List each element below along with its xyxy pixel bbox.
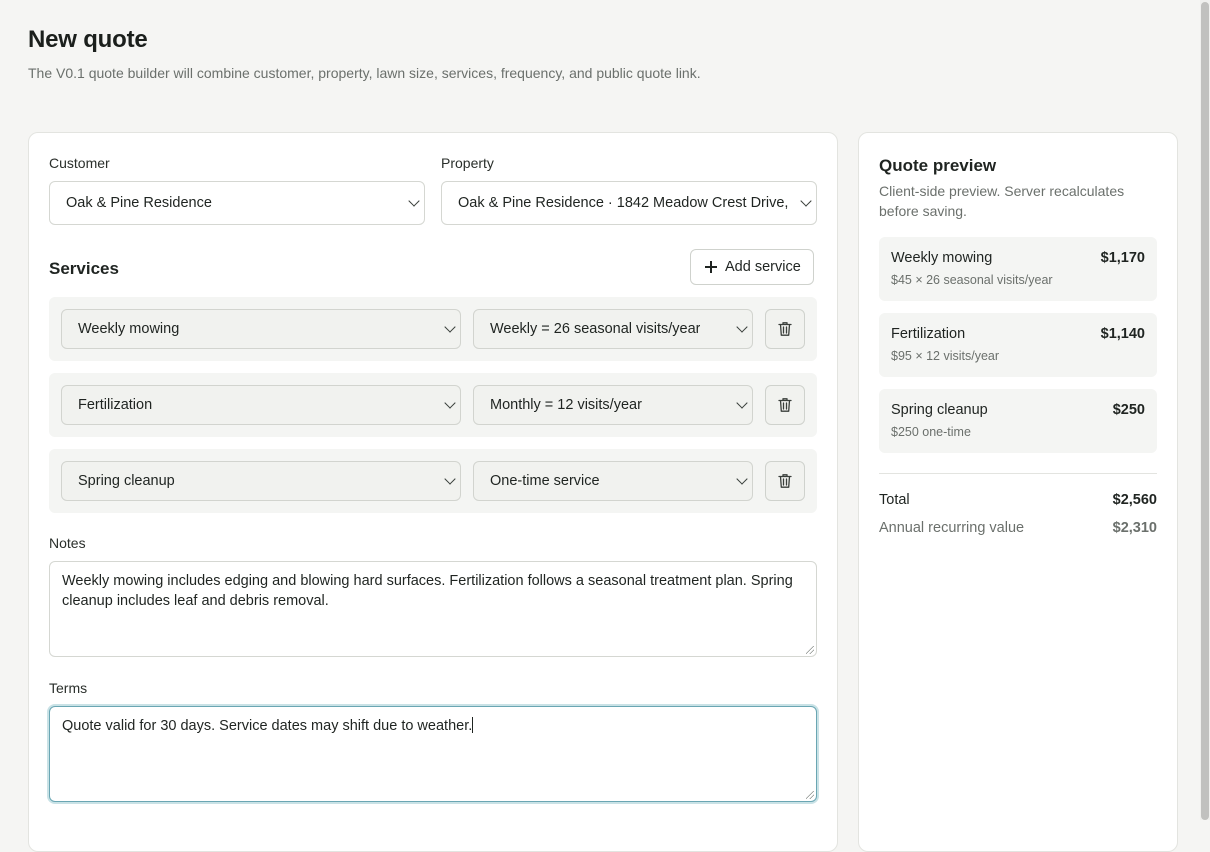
trash-icon [778, 322, 792, 336]
chevron-down-icon [444, 473, 456, 485]
preview-item-name: Weekly mowing [891, 250, 993, 266]
notes-label: Notes [49, 535, 86, 551]
preview-item-name: Fertilization [891, 326, 966, 342]
preview-item-detail: $95 × 12 visits/year [891, 349, 1000, 363]
scrollbar-thumb[interactable] [1201, 2, 1209, 820]
service-name-value: Spring cleanup [78, 473, 175, 489]
preview-item-amount: $1,170 [1100, 250, 1145, 266]
service-name-select[interactable]: Spring cleanup [61, 461, 461, 501]
delete-service-button[interactable] [765, 309, 805, 349]
service-frequency-select[interactable]: Monthly = 12 visits/year [473, 385, 753, 425]
quote-preview-card: Quote preview Client-side preview. Serve… [858, 132, 1178, 852]
preview-subtitle: Client-side preview. Server recalculates… [879, 183, 1125, 219]
delete-service-button[interactable] [765, 385, 805, 425]
terms-label: Terms [49, 680, 88, 696]
page-subtitle: The V0.1 quote builder will combine cust… [28, 65, 701, 81]
vertical-scrollbar[interactable] [1200, 0, 1210, 820]
service-name-select[interactable]: Fertilization [61, 385, 461, 425]
preview-item-amount: $250 [1112, 402, 1145, 418]
quote-form-card: Customer Oak & Pine Residence Property O… [28, 132, 838, 852]
resize-handle-icon[interactable] [806, 646, 814, 654]
page-title: New quote [28, 26, 148, 53]
chevron-down-icon [444, 397, 456, 409]
notes-textarea[interactable]: Weekly mowing includes edging and blowin… [49, 561, 817, 657]
service-row: Spring cleanup One-time service [49, 449, 817, 513]
service-frequency-select[interactable]: Weekly = 26 seasonal visits/year [473, 309, 753, 349]
service-name-select[interactable]: Weekly mowing [61, 309, 461, 349]
preview-item-detail: $45 × 26 seasonal visits/year [891, 273, 1053, 287]
preview-item-amount: $1,140 [1100, 326, 1145, 342]
add-service-button[interactable]: Add service [690, 249, 814, 285]
chevron-down-icon [800, 195, 812, 207]
preview-divider [879, 473, 1157, 474]
chevron-down-icon [736, 397, 748, 409]
annual-recurring-value: $2,310 [1112, 520, 1157, 536]
service-frequency-value: One-time service [490, 473, 600, 489]
service-name-value: Fertilization [78, 397, 153, 413]
customer-select-value: Oak & Pine Residence [66, 195, 212, 211]
service-name-value: Weekly mowing [78, 321, 180, 337]
preview-line-item: Fertilization $95 × 12 visits/year $1,14… [879, 313, 1157, 377]
property-select-value: Oak & Pine Residence · 1842 Meadow Crest… [458, 195, 790, 211]
chevron-down-icon [736, 473, 748, 485]
service-frequency-select[interactable]: One-time service [473, 461, 753, 501]
customer-select[interactable]: Oak & Pine Residence [49, 181, 425, 225]
total-value: $2,560 [1112, 492, 1157, 508]
preview-line-item: Weekly mowing $45 × 26 seasonal visits/y… [879, 237, 1157, 301]
notes-text: Weekly mowing includes edging and blowin… [62, 573, 793, 609]
preview-title: Quote preview [879, 156, 997, 175]
service-row: Fertilization Monthly = 12 visits/year [49, 373, 817, 437]
plus-icon [705, 261, 717, 273]
service-row: Weekly mowing Weekly = 26 seasonal visit… [49, 297, 817, 361]
preview-line-item: Spring cleanup $250 one-time $250 [879, 389, 1157, 453]
customer-label: Customer [49, 155, 110, 171]
chevron-down-icon [408, 195, 420, 207]
trash-icon [778, 474, 792, 488]
terms-text: Quote valid for 30 days. Service dates m… [62, 718, 473, 734]
total-label: Total [879, 492, 910, 508]
resize-handle-icon[interactable] [806, 791, 814, 799]
chevron-down-icon [736, 321, 748, 333]
annual-recurring-label: Annual recurring value [879, 520, 1025, 536]
services-title: Services [49, 259, 119, 278]
property-select[interactable]: Oak & Pine Residence · 1842 Meadow Crest… [441, 181, 817, 225]
add-service-label: Add service [725, 259, 801, 275]
chevron-down-icon [444, 321, 456, 333]
preview-item-detail: $250 one-time [891, 425, 971, 439]
text-caret [472, 717, 474, 733]
property-label: Property [441, 155, 494, 171]
delete-service-button[interactable] [765, 461, 805, 501]
service-frequency-value: Monthly = 12 visits/year [490, 397, 642, 413]
service-frequency-value: Weekly = 26 seasonal visits/year [490, 321, 701, 337]
preview-item-name: Spring cleanup [891, 402, 988, 418]
terms-textarea[interactable]: Quote valid for 30 days. Service dates m… [49, 706, 817, 802]
trash-icon [778, 398, 792, 412]
